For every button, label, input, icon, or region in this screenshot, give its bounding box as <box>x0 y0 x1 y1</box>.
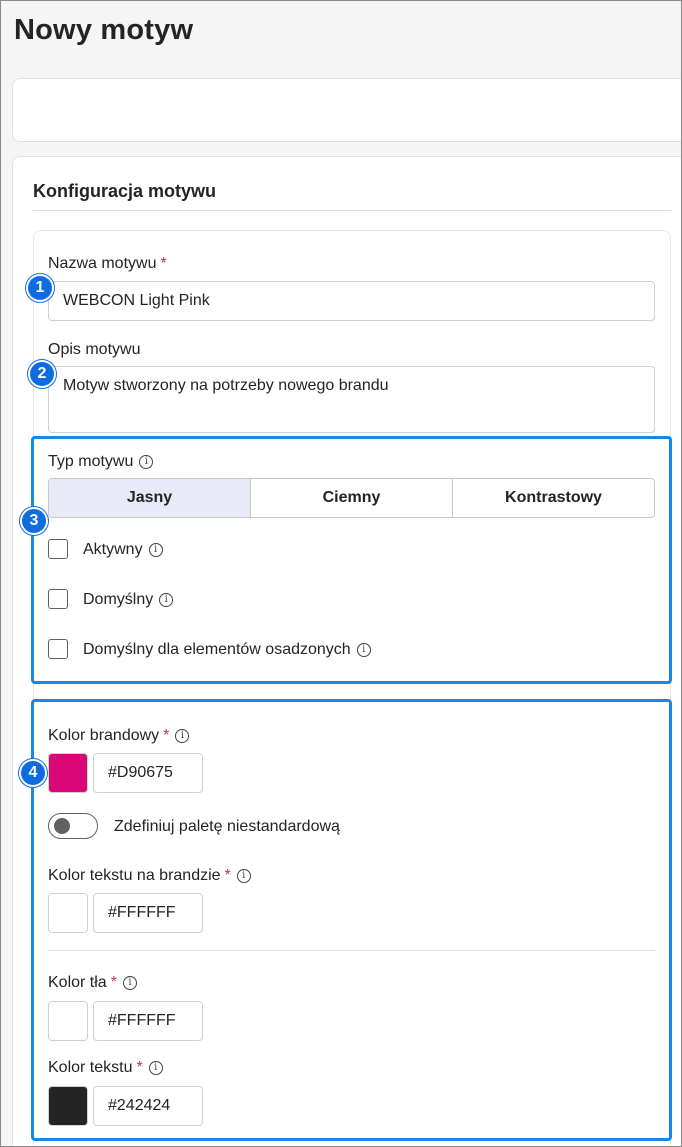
active-label: Aktywny i <box>83 541 163 559</box>
text-color-input[interactable]: #242424 <box>93 1086 203 1126</box>
background-color-label: Kolor tła * i <box>48 974 137 992</box>
default-embedded-label-text: Domyślny dla elementów osadzonych <box>83 641 351 658</box>
background-color-swatch[interactable] <box>48 1001 88 1041</box>
info-icon[interactable]: i <box>148 543 163 557</box>
theme-name-label: Nazwa motywu * <box>48 255 167 273</box>
brand-color-swatch[interactable] <box>48 753 88 793</box>
info-icon[interactable]: i <box>236 869 251 883</box>
theme-type-selector: Jasny Ciemny Kontrastowy <box>48 478 655 518</box>
info-icon[interactable]: i <box>122 976 137 990</box>
text-color-label: Kolor tekstu * i <box>48 1059 163 1077</box>
info-icon[interactable]: i <box>148 1061 163 1075</box>
section-divider <box>33 210 671 211</box>
brand-text-color-swatch[interactable] <box>48 893 88 933</box>
theme-description-label: Opis motywu <box>48 341 140 359</box>
background-color-label-text: Kolor tła <box>48 974 107 991</box>
theme-type-label-text: Typ motywu <box>48 453 134 470</box>
step-badge-1: 1 <box>26 274 54 302</box>
default-embedded-label: Domyślny dla elementów osadzonych i <box>83 641 371 659</box>
step-badge-4: 4 <box>19 759 47 787</box>
default-label-text: Domyślny <box>83 591 154 608</box>
page-title: Nowy motyw <box>14 14 194 46</box>
default-embedded-checkbox[interactable] <box>48 639 68 659</box>
default-checkbox[interactable] <box>48 589 68 609</box>
step-badge-3: 3 <box>20 507 48 535</box>
theme-description-input[interactable]: Motyw stworzony na potrzeby nowego brand… <box>48 366 655 433</box>
info-icon[interactable]: i <box>139 455 154 469</box>
toggle-knob <box>54 818 70 834</box>
brand-color-input[interactable]: #D90675 <box>93 753 203 793</box>
theme-description-label-text: Opis motywu <box>48 341 141 358</box>
info-icon[interactable]: i <box>159 593 174 607</box>
theme-type-option-contrast[interactable]: Kontrastowy <box>453 479 654 517</box>
required-mark: * <box>224 867 231 884</box>
header-card <box>12 78 682 142</box>
active-checkbox[interactable] <box>48 539 68 559</box>
theme-name-input[interactable]: WEBCON Light Pink <box>48 281 655 321</box>
brand-color-label: Kolor brandowy * i <box>48 727 190 745</box>
brand-text-color-label: Kolor tekstu na brandzie * i <box>48 867 251 885</box>
brand-text-color-input[interactable]: #FFFFFF <box>93 893 203 933</box>
required-mark: * <box>110 974 117 991</box>
section-title: Konfiguracja motywu <box>33 181 217 201</box>
text-color-swatch[interactable] <box>48 1086 88 1126</box>
background-color-input[interactable]: #FFFFFF <box>93 1001 203 1041</box>
active-label-text: Aktywny <box>83 541 143 558</box>
required-mark: * <box>136 1059 143 1076</box>
required-mark: * <box>163 727 170 744</box>
brand-text-color-label-text: Kolor tekstu na brandzie <box>48 867 221 884</box>
default-label: Domyślny i <box>83 591 174 609</box>
text-color-label-text: Kolor tekstu <box>48 1059 133 1076</box>
info-icon[interactable]: i <box>356 643 371 657</box>
custom-palette-toggle[interactable] <box>48 813 98 839</box>
theme-type-option-light[interactable]: Jasny <box>49 479 251 517</box>
info-icon[interactable]: i <box>175 729 190 743</box>
theme-name-label-text: Nazwa motywu <box>48 255 157 272</box>
theme-type-option-dark[interactable]: Ciemny <box>251 479 453 517</box>
brand-color-label-text: Kolor brandowy <box>48 727 160 744</box>
required-mark: * <box>160 255 167 272</box>
color-group-divider <box>48 950 655 951</box>
step-badge-2: 2 <box>28 360 56 388</box>
custom-palette-label: Zdefiniuj paletę niestandardową <box>114 818 340 835</box>
theme-type-label: Typ motywu i <box>48 453 154 471</box>
